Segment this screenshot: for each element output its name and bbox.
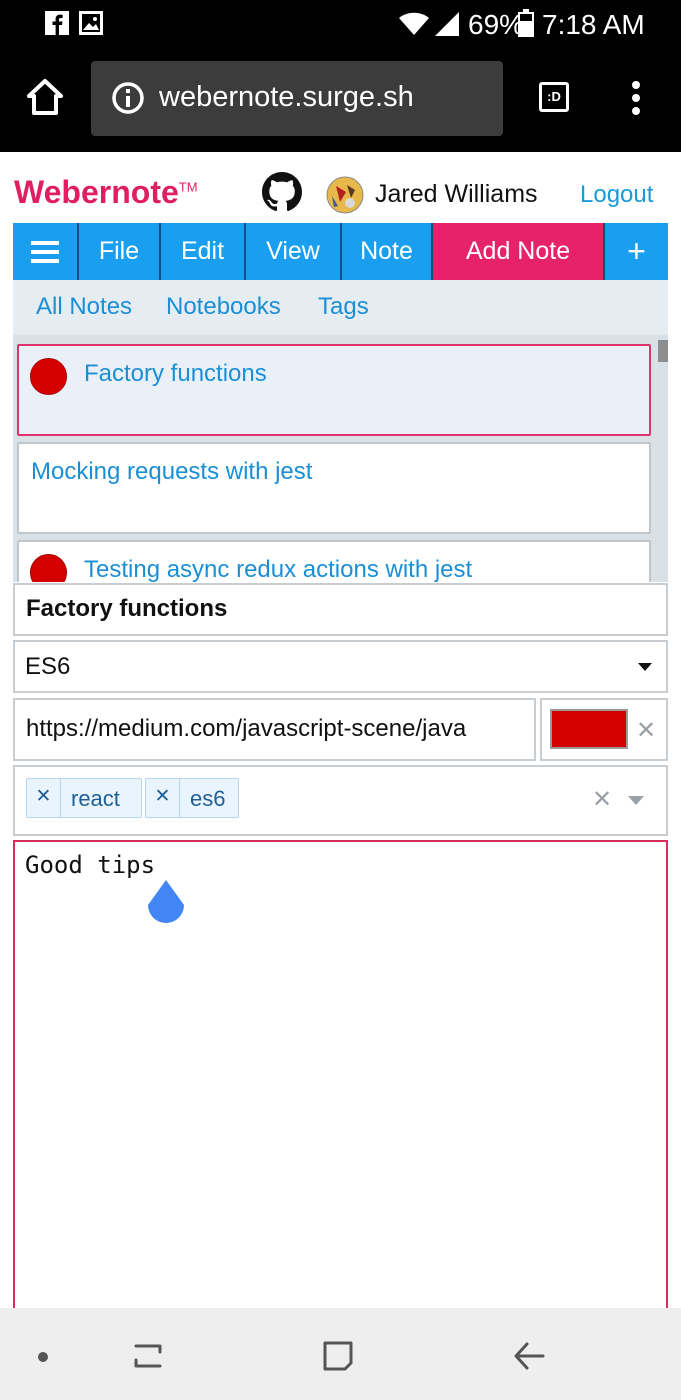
clear-tags-icon[interactable]: ✕ <box>592 785 612 814</box>
color-picker: ✕ <box>540 698 668 761</box>
browser-toolbar: webernote.surge.sh :D <box>0 48 681 152</box>
wifi-icon <box>399 12 429 35</box>
tab-switcher-label: :D <box>547 89 561 104</box>
status-bar: 69% 7:18 AM <box>0 0 681 48</box>
note-item[interactable]: Factory functions <box>17 344 651 436</box>
home-nav-icon[interactable] <box>320 1338 356 1374</box>
home-icon[interactable] <box>26 78 64 116</box>
note-title: Testing async redux actions with jest <box>84 556 473 582</box>
url-input[interactable]: https://medium.com/javascript-scene/java <box>13 698 536 761</box>
note-color-dot <box>30 358 67 395</box>
tags-select[interactable]: ✕ react ✕ es6 ✕ <box>13 765 668 836</box>
signal-icon <box>435 12 459 36</box>
image-icon <box>79 11 103 35</box>
menu-bar: File Edit View Note Add Note + <box>13 223 668 280</box>
remove-tag-icon[interactable]: ✕ <box>27 779 61 817</box>
trademark: TM <box>178 179 198 195</box>
nav-notebooks[interactable]: Notebooks <box>166 293 281 321</box>
menu-file[interactable]: File <box>79 223 161 280</box>
nav-tags[interactable]: Tags <box>318 293 369 321</box>
dot-icon <box>38 1352 48 1362</box>
hamburger-menu-button[interactable] <box>13 223 79 280</box>
app-logo[interactable]: WebernoteTM <box>14 174 198 211</box>
menu-edit[interactable]: Edit <box>161 223 246 280</box>
text-cursor-handle-icon[interactable] <box>146 878 186 926</box>
note-body-textarea[interactable]: Good tips <box>13 840 668 1320</box>
notes-list: Factory functions Mocking requests with … <box>13 335 668 582</box>
github-icon[interactable] <box>262 172 302 212</box>
note-title: Mocking requests with jest <box>31 458 313 485</box>
user-name: Jared Williams <box>375 180 538 208</box>
note-title-input[interactable]: Factory functions <box>13 583 668 636</box>
info-icon[interactable] <box>111 81 145 115</box>
back-icon[interactable] <box>511 1338 547 1374</box>
add-note-button[interactable]: Add Note <box>433 223 605 280</box>
notebook-select[interactable]: ES6 <box>13 640 668 693</box>
brand-name: Webernote <box>14 174 179 210</box>
url-text: webernote.surge.sh <box>159 81 414 113</box>
battery-icon <box>518 9 534 37</box>
recent-apps-icon[interactable] <box>130 1338 166 1374</box>
clear-color-icon[interactable]: ✕ <box>636 716 656 745</box>
tag-chip: ✕ es6 <box>145 778 239 818</box>
remove-tag-icon[interactable]: ✕ <box>146 779 180 817</box>
facebook-icon <box>45 11 69 35</box>
tag-label: es6 <box>190 786 226 811</box>
android-navigation-bar <box>0 1308 681 1400</box>
note-item[interactable]: Testing async redux actions with jest <box>17 540 651 582</box>
battery-percent: 69% <box>468 9 525 40</box>
scrollbar[interactable] <box>658 340 668 362</box>
address-bar[interactable]: webernote.surge.sh <box>91 61 503 136</box>
nav-all-notes[interactable]: All Notes <box>36 293 132 321</box>
notebook-selected-value: ES6 <box>25 653 71 680</box>
add-plus-button[interactable]: + <box>605 223 668 280</box>
sub-navigation: All Notes Notebooks Tags <box>13 280 668 335</box>
note-color-dot <box>30 554 67 582</box>
clock: 7:18 AM <box>542 9 645 40</box>
tag-chip: ✕ react <box>26 778 142 818</box>
tab-switcher-icon[interactable]: :D <box>539 82 569 112</box>
avatar[interactable] <box>326 176 364 214</box>
tag-label: react <box>71 786 120 811</box>
dropdown-caret-icon <box>638 663 652 671</box>
more-vert-icon[interactable] <box>630 80 642 116</box>
menu-view[interactable]: View <box>246 223 342 280</box>
note-item[interactable]: Mocking requests with jest <box>17 442 651 534</box>
menu-note[interactable]: Note <box>342 223 433 280</box>
logout-link[interactable]: Logout <box>580 181 653 209</box>
tags-dropdown-caret-icon[interactable] <box>628 796 644 805</box>
hamburger-icon <box>31 240 59 263</box>
note-title: Factory functions <box>84 360 267 387</box>
color-swatch[interactable] <box>550 709 628 749</box>
